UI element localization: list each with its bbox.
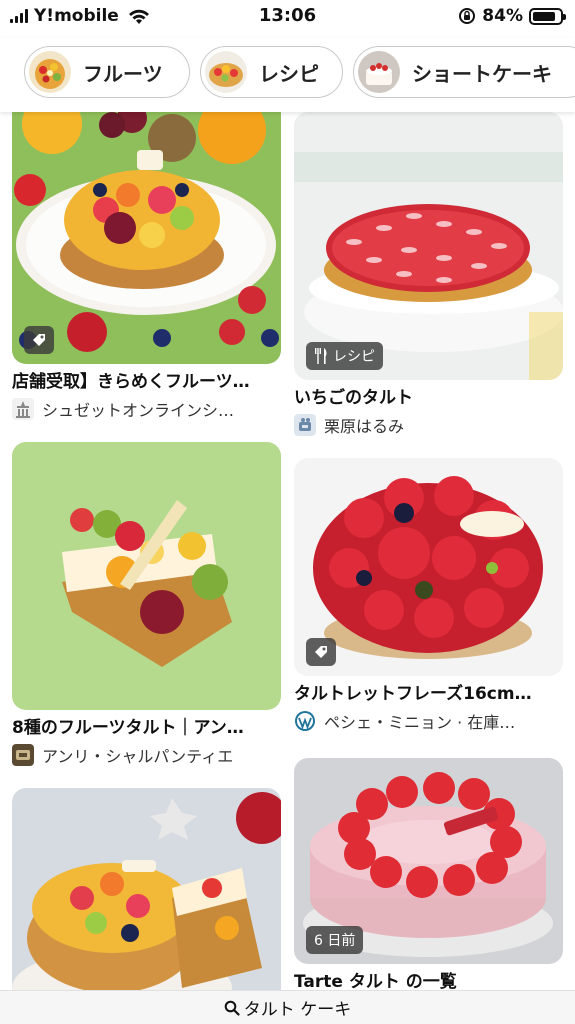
pin-title: Tarte タルト の一覧 [294, 972, 457, 992]
chip-fruits-label: フルーツ [83, 61, 163, 86]
pin-image[interactable]: 6 日前 [294, 758, 563, 964]
pin-image[interactable] [12, 112, 281, 364]
source-avatar-icon [12, 398, 34, 420]
pin-image[interactable]: レシピ [294, 112, 563, 380]
pin-image[interactable] [294, 458, 563, 676]
battery-level [533, 11, 555, 21]
chip-shortcake[interactable]: ショートケーキ [353, 46, 575, 98]
status-bar: Y!mobile 13:06 84% [0, 0, 575, 34]
search-query: タルト ケーキ [243, 1000, 352, 1020]
rotation-lock-icon [459, 8, 476, 24]
pin-image[interactable] [12, 788, 281, 992]
pin-source[interactable]: ペシェ・ミニョン · 在庫… [294, 708, 563, 734]
source-avatar-icon [12, 744, 34, 766]
battery-icon [529, 7, 566, 25]
related-search-chips: フルーツ レシピ ショートケーキ [0, 38, 575, 112]
pin-feed: 店舗受取】きらめくフルーツ… シュゼットオンラインシ… レシピ いちごのタルト … [0, 112, 575, 992]
pin-source[interactable]: 栗原はるみ [294, 412, 563, 438]
pin-title: いちごのタルト [294, 388, 413, 408]
pin-card-tarte-list[interactable]: 6 日前 Tarte タルト の一覧 [294, 758, 563, 992]
pin-title: タルトレットフレーズ16cm… [294, 684, 532, 704]
pin-title: 店舗受取】きらめくフルーツ… [12, 372, 250, 392]
time-badge-label: 6 日前 [314, 933, 356, 949]
pin-image[interactable] [12, 442, 281, 710]
chip-recipe-thumbnail [205, 51, 247, 93]
recipe-badge-label: レシピ [333, 349, 375, 365]
source-name: アンリ・シャルパンティエ [42, 747, 234, 766]
pin-card-strawberry-tart[interactable]: レシピ いちごのタルト 栗原はるみ [294, 112, 563, 438]
pin-card-fruit-tart-slice[interactable] [12, 788, 281, 992]
pin-card-tartelette-fraises[interactable]: タルトレットフレーズ16cm… ペシェ・ミニョン · 在庫… [294, 458, 563, 734]
chip-recipe-label: レシピ [259, 61, 319, 86]
shopping-tag-badge [306, 638, 336, 666]
chip-fruits[interactable]: フルーツ [24, 46, 190, 98]
time-badge: 6 日前 [306, 926, 364, 954]
source-avatar-icon [294, 414, 316, 436]
chip-recipe[interactable]: レシピ [200, 46, 343, 98]
pin-source[interactable]: シュゼットオンラインシ… [12, 396, 281, 422]
tag-icon [315, 646, 327, 658]
search-icon [224, 1000, 240, 1016]
search-query-bar[interactable]: タルト ケーキ [0, 990, 575, 1024]
chip-shortcake-label: ショートケーキ [412, 61, 552, 86]
pin-source[interactable]: アンリ・シャルパンティエ [12, 742, 281, 768]
status-right: 84% [458, 6, 566, 26]
shopping-tag-badge [24, 326, 54, 354]
pin-title: 8種のフルーツタルト｜アン… [12, 718, 244, 738]
chip-shortcake-thumbnail [358, 51, 400, 93]
pin-card-8-fruit-tart[interactable]: 8種のフルーツタルト｜アン… アンリ・シャルパンティエ [12, 442, 281, 768]
source-name: ペシェ・ミニョン · 在庫… [324, 713, 516, 732]
chip-fruits-thumbnail [29, 51, 71, 93]
fork-knife-icon [315, 348, 327, 364]
battery-percent: 84% [482, 6, 523, 26]
pin-card-fruit-tart[interactable]: 店舗受取】きらめくフルーツ… シュゼットオンラインシ… [12, 112, 281, 422]
wordpress-icon [295, 711, 315, 731]
tag-icon [33, 334, 45, 346]
source-name: 栗原はるみ [324, 417, 405, 436]
source-name: シュゼットオンラインシ… [42, 401, 235, 420]
recipe-badge: レシピ [306, 342, 383, 370]
